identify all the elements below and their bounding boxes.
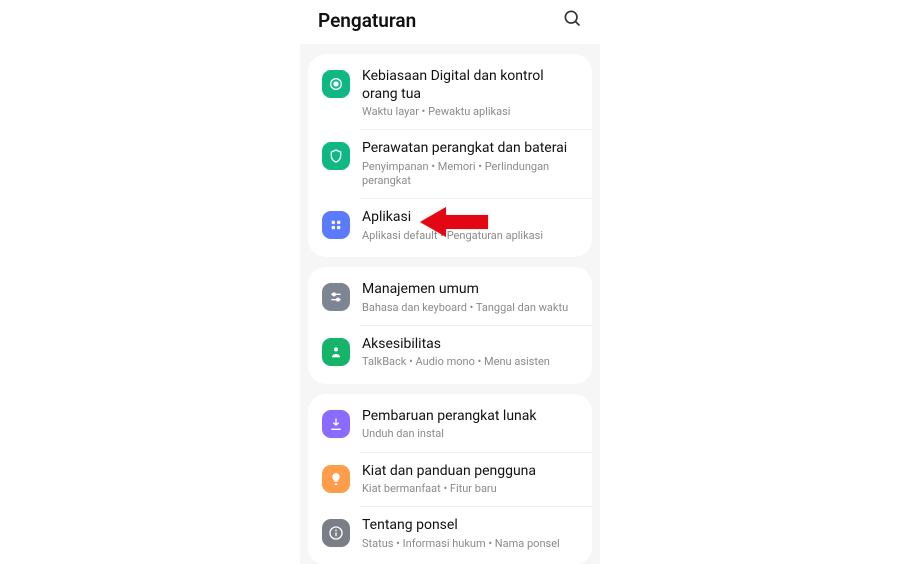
header: Pengaturan [300, 0, 600, 44]
info-icon [322, 519, 350, 547]
item-title: Perawatan perangkat dan baterai [362, 140, 578, 158]
person-icon [322, 338, 350, 366]
page-title: Pengaturan [318, 9, 416, 32]
settings-group-2: Manajemen umum Bahasa dan keyboard • Tan… [308, 267, 592, 384]
item-title: Manajemen umum [362, 281, 578, 299]
download-icon [322, 410, 350, 438]
care-icon [322, 142, 350, 170]
item-title: Kiat dan panduan pengguna [362, 463, 578, 481]
item-title: Kebiasaan Digital dan kontrol orang tua [362, 68, 578, 103]
item-subtitle: Status • Informasi hukum • Nama ponsel [362, 537, 578, 551]
item-subtitle: Penyimpanan • Memori • Perlindungan pera… [362, 160, 578, 189]
apps-icon [322, 211, 350, 239]
search-icon[interactable] [562, 8, 582, 32]
settings-group-1: Kebiasaan Digital dan kontrol orang tua … [308, 54, 592, 257]
settings-group-3: Pembaruan perangkat lunak Unduh dan inst… [308, 394, 592, 565]
item-subtitle: Kiat bermanfaat • Fitur baru [362, 482, 578, 496]
item-title: Tentang ponsel [362, 517, 578, 535]
sliders-icon [322, 283, 350, 311]
item-accessibility[interactable]: Aksesibilitas TalkBack • Audio mono • Me… [308, 326, 592, 380]
item-subtitle: Aplikasi default • Pengaturan aplikasi [362, 229, 578, 243]
item-software-update[interactable]: Pembaruan perangkat lunak Unduh dan inst… [308, 398, 592, 452]
item-subtitle: TalkBack • Audio mono • Menu asisten [362, 355, 578, 369]
target-icon [322, 70, 350, 98]
item-about-phone[interactable]: Tentang ponsel Status • Informasi hukum … [308, 507, 592, 561]
item-subtitle: Waktu layar • Pewaktu aplikasi [362, 105, 578, 119]
settings-screen: Pengaturan Kebiasaan Digital dan kontrol… [300, 0, 600, 564]
item-digital-wellbeing[interactable]: Kebiasaan Digital dan kontrol orang tua … [308, 58, 592, 129]
item-apps[interactable]: Aplikasi Aplikasi default • Pengaturan a… [308, 199, 592, 253]
item-title: Aplikasi [362, 209, 578, 227]
item-subtitle: Unduh dan instal [362, 427, 578, 441]
item-subtitle: Bahasa dan keyboard • Tanggal dan waktu [362, 301, 578, 315]
item-title: Aksesibilitas [362, 336, 578, 354]
bulb-icon [322, 465, 350, 493]
item-general-management[interactable]: Manajemen umum Bahasa dan keyboard • Tan… [308, 271, 592, 325]
item-title: Pembaruan perangkat lunak [362, 408, 578, 426]
item-tips[interactable]: Kiat dan panduan pengguna Kiat bermanfaa… [308, 453, 592, 507]
item-device-care[interactable]: Perawatan perangkat dan baterai Penyimpa… [308, 130, 592, 198]
